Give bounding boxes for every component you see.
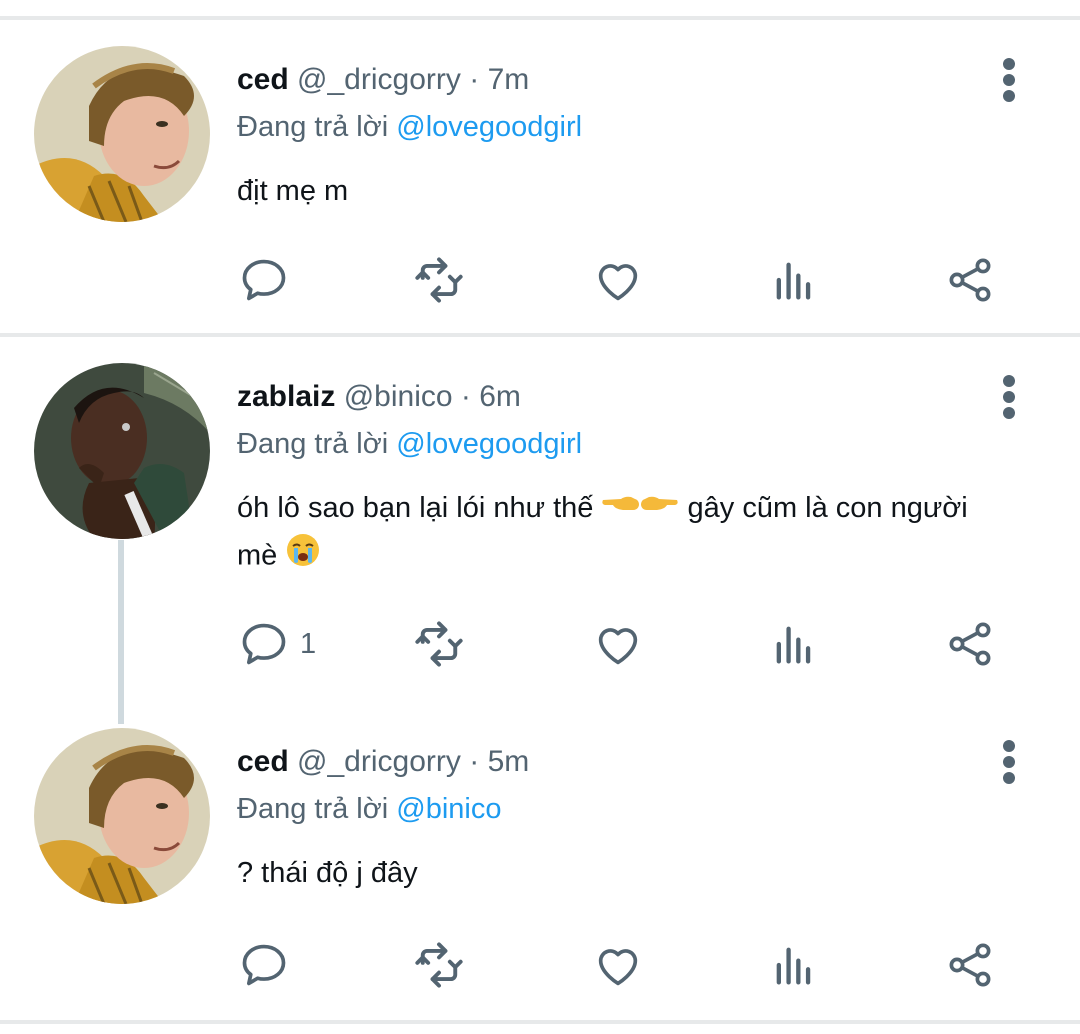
replying-mention[interactable]: @binico bbox=[396, 793, 501, 825]
tweet-text-part1: óh lô sao bạn lại lói như thế bbox=[237, 492, 594, 524]
tweet-text-part2: gây cũm là con người bbox=[687, 492, 968, 524]
share-icon bbox=[949, 622, 991, 666]
action-bar bbox=[0, 250, 1080, 310]
timestamp[interactable]: 7m bbox=[488, 63, 530, 96]
like-button[interactable] bbox=[592, 614, 644, 674]
like-button[interactable] bbox=[592, 250, 644, 310]
analytics-icon bbox=[776, 262, 811, 300]
user-handle[interactable]: @binico bbox=[344, 380, 453, 413]
replying-prefix: Đang trả lời bbox=[237, 111, 389, 143]
timestamp[interactable]: 5m bbox=[488, 745, 530, 778]
share-button[interactable] bbox=[944, 935, 996, 995]
timestamp[interactable]: 6m bbox=[479, 380, 521, 413]
more-icon[interactable] bbox=[996, 58, 1022, 102]
tweet-header: ced @_dricgorry · 7m bbox=[237, 62, 529, 98]
replying-to: Đang trả lời @binico bbox=[237, 791, 501, 827]
tweet-text: óh lô sao bạn lại lói như thế gây cũm là… bbox=[237, 485, 1037, 582]
retweet-button[interactable] bbox=[413, 614, 465, 674]
user-handle[interactable]: @_dricgorry bbox=[297, 63, 461, 96]
display-name[interactable]: ced bbox=[237, 745, 289, 778]
retweet-icon bbox=[415, 621, 463, 667]
reply-button[interactable] bbox=[238, 250, 290, 310]
replying-prefix: Đang trả lời bbox=[237, 793, 389, 825]
share-icon bbox=[949, 258, 991, 302]
share-icon bbox=[949, 943, 991, 987]
reply-button[interactable]: 1 bbox=[238, 614, 316, 674]
action-bar: 1 bbox=[0, 614, 1080, 674]
separator-dot: · bbox=[469, 745, 480, 778]
like-icon bbox=[598, 949, 638, 986]
analytics-icon bbox=[776, 947, 811, 985]
tweet-header: ced @_dricgorry · 5m bbox=[237, 744, 529, 780]
reply-count: 1 bbox=[300, 627, 317, 660]
retweet-button[interactable] bbox=[413, 250, 465, 310]
analytics-button[interactable] bbox=[768, 935, 820, 995]
more-icon[interactable] bbox=[996, 740, 1022, 784]
analytics-icon bbox=[776, 626, 811, 664]
user-handle[interactable]: @_dricgorry bbox=[297, 745, 461, 778]
tweet-3[interactable]: ced @_dricgorry · 5m Đang trả lời @binic… bbox=[0, 702, 1080, 1020]
replying-to: Đang trả lời @lovegoodgirl bbox=[237, 426, 582, 462]
avatar-zablaiz[interactable] bbox=[34, 363, 210, 539]
like-icon bbox=[598, 264, 638, 301]
more-icon[interactable] bbox=[996, 375, 1022, 419]
action-bar bbox=[0, 935, 1080, 995]
tweet-text-part3: mè bbox=[237, 540, 278, 572]
reply-icon bbox=[242, 259, 286, 301]
tweet-text: ? thái độ j đây bbox=[237, 857, 418, 889]
retweet-icon bbox=[415, 257, 463, 303]
like-button[interactable] bbox=[592, 935, 644, 995]
tweet-text: địt mẹ m bbox=[237, 175, 349, 207]
analytics-button[interactable] bbox=[768, 250, 820, 310]
analytics-button[interactable] bbox=[768, 614, 820, 674]
tweet-header: zablaiz @binico · 6m bbox=[237, 379, 521, 415]
display-name[interactable]: zablaiz bbox=[237, 380, 335, 413]
like-icon bbox=[598, 628, 638, 665]
tweet-1[interactable]: ced @_dricgorry · 7m Đang trả lời @loveg… bbox=[0, 20, 1080, 333]
crying-face-emoji-icon bbox=[285, 532, 321, 582]
separator-dot: · bbox=[469, 63, 480, 96]
avatar-ced[interactable] bbox=[34, 46, 210, 222]
reply-icon bbox=[242, 944, 286, 986]
retweet-button[interactable] bbox=[413, 935, 465, 995]
thread-connector-line bbox=[118, 540, 124, 724]
replying-to: Đang trả lời @lovegoodgirl bbox=[237, 109, 582, 145]
divider-bottom bbox=[0, 1020, 1080, 1024]
share-button[interactable] bbox=[944, 250, 996, 310]
avatar-ced[interactable] bbox=[34, 728, 210, 904]
reply-icon bbox=[242, 623, 286, 665]
share-button[interactable] bbox=[944, 614, 996, 674]
replying-prefix: Đang trả lời bbox=[237, 428, 389, 460]
reply-button[interactable] bbox=[238, 935, 290, 995]
replying-mention[interactable]: @lovegoodgirl bbox=[396, 428, 582, 460]
pointing-fingers-emoji-icon bbox=[601, 486, 679, 532]
replying-mention[interactable]: @lovegoodgirl bbox=[396, 111, 582, 143]
tweet-2[interactable]: zablaiz @binico · 6m Đang trả lời @loveg… bbox=[0, 337, 1080, 717]
separator-dot: · bbox=[460, 380, 471, 413]
display-name[interactable]: ced bbox=[237, 63, 289, 96]
retweet-icon bbox=[415, 942, 463, 988]
